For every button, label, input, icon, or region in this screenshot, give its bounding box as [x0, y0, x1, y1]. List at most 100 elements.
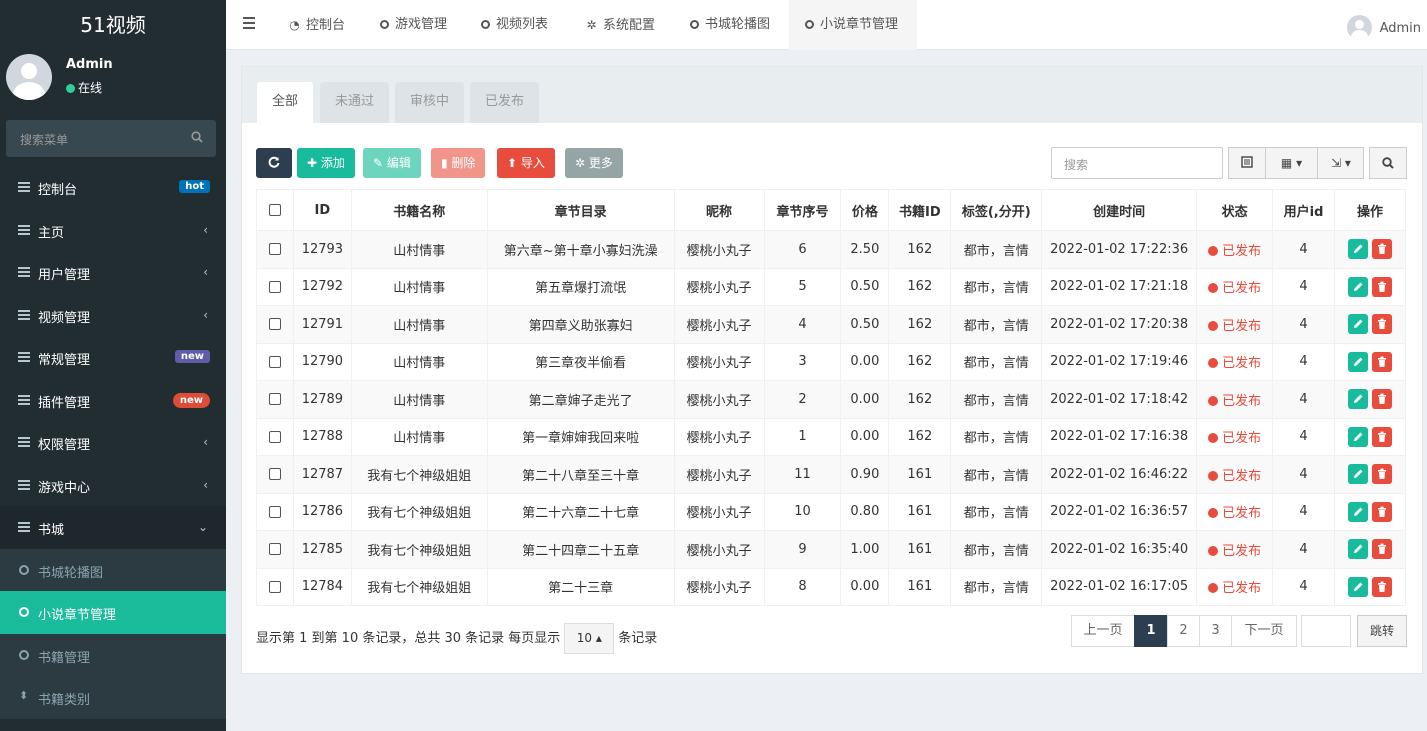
submenu-item-0[interactable]: 书城轮播图	[0, 549, 226, 592]
table-row[interactable]: 12791 山村情事 第四章义助张寡妇 樱桃小丸子 4 0.50 162 都市，言情 2022-…	[256, 305, 1407, 344]
submenu-item-1[interactable]: 小说章节管理	[0, 591, 226, 634]
row-delete-button[interactable]	[1371, 239, 1392, 260]
row-edit-button[interactable]	[1347, 539, 1368, 560]
add-button[interactable]: ✚ 添加	[297, 148, 355, 178]
row-edit-button[interactable]	[1347, 239, 1368, 260]
submenu-item-3[interactable]: ⬍ 书籍类别	[0, 676, 226, 719]
more-button[interactable]: ✲ 更多	[565, 148, 623, 178]
table-row[interactable]: 12787 我有七个神级姐姐 第二十八章至三十章 樱桃小丸子 11 0.90 161 都市，言…	[256, 455, 1407, 494]
row-delete-button[interactable]	[1371, 314, 1392, 335]
table-row[interactable]: 12785 我有七个神级姐姐 第二十四章二十五章 樱桃小丸子 9 1.00 161 都市，言情…	[256, 530, 1407, 569]
row-delete-button[interactable]	[1371, 426, 1392, 447]
import-button[interactable]: ⬆ 导入	[497, 148, 555, 178]
row-checkbox[interactable]	[268, 505, 281, 518]
row-edit-button[interactable]	[1347, 501, 1368, 522]
columns-button[interactable]: ▦ ▾	[1266, 148, 1318, 178]
tab-3[interactable]: ✲ 系统配置	[585, 0, 655, 50]
cell-status[interactable]: 已发布	[1196, 492, 1274, 531]
row-checkbox[interactable]	[268, 468, 281, 481]
row-checkbox[interactable]	[268, 543, 281, 556]
col-header[interactable]: 书籍名称	[350, 189, 488, 231]
top-user-menu[interactable]: Admin	[1346, 15, 1421, 40]
submenu-item-2[interactable]: 书籍管理	[0, 634, 226, 677]
tab-2[interactable]: 视频列表	[481, 0, 548, 50]
prev-page-button[interactable]: 上一页	[1071, 615, 1135, 647]
col-header[interactable]: ID	[292, 189, 352, 231]
cell-status[interactable]: 已发布	[1196, 230, 1274, 269]
cell-status[interactable]: 已发布	[1196, 455, 1274, 494]
page-2-button[interactable]: 2	[1167, 615, 1200, 647]
page-1-button[interactable]: 1	[1134, 615, 1168, 647]
menu-toggle-icon[interactable]	[243, 17, 255, 29]
col-header[interactable]: 章节序号	[763, 189, 842, 231]
row-delete-button[interactable]	[1371, 576, 1392, 597]
row-delete-button[interactable]	[1371, 464, 1392, 485]
row-checkbox[interactable]	[268, 243, 281, 256]
table-row[interactable]: 12792 山村情事 第五章爆打流氓 樱桃小丸子 5 0.50 162 都市，言情 2022-0…	[256, 267, 1407, 306]
search-icon[interactable]	[191, 131, 203, 143]
col-header[interactable]: 创建时间	[1041, 189, 1198, 231]
select-all-checkbox[interactable]	[268, 204, 281, 216]
sidebar-item-3[interactable]: 视频管理 ‹	[0, 294, 226, 337]
cell-status[interactable]: 已发布	[1196, 342, 1274, 381]
row-delete-button[interactable]	[1371, 501, 1392, 522]
next-page-button[interactable]: 下一页	[1231, 615, 1297, 647]
row-checkbox[interactable]	[268, 430, 281, 443]
sidebar-search-input[interactable]: 搜索菜单	[6, 120, 216, 157]
table-row[interactable]: 12793 山村情事 第六章~第十章小寡妇洗澡 樱桃小丸子 6 2.50 162 都市，言情 2…	[256, 230, 1407, 269]
col-header[interactable]: 用户id	[1272, 189, 1335, 231]
row-delete-button[interactable]	[1371, 351, 1392, 372]
tab-0[interactable]: ◔ 控制台	[288, 0, 345, 50]
row-edit-button[interactable]	[1347, 276, 1368, 297]
sidebar-item-4[interactable]: 常规管理 new	[0, 336, 226, 379]
tab-all[interactable]: 全部	[257, 82, 314, 123]
col-header[interactable]: 章节目录	[486, 189, 675, 231]
delete-button[interactable]: ▮ 删除	[431, 148, 486, 178]
tab-rejected[interactable]: 未通过	[320, 82, 390, 123]
page-size-select[interactable]: 10 ▴	[564, 623, 615, 654]
toggle-view-button[interactable]	[1229, 148, 1266, 178]
tab-4[interactable]: 书城轮播图	[690, 0, 770, 50]
refresh-button[interactable]	[256, 148, 292, 178]
tab-reviewing[interactable]: 审核中	[395, 82, 465, 123]
sidebar-item-1[interactable]: 主页 ‹	[0, 209, 226, 252]
row-checkbox[interactable]	[268, 355, 281, 368]
table-row[interactable]: 12790 山村情事 第三章夜半偷看 樱桃小丸子 3 0.00 162 都市，言情 2022-0…	[256, 342, 1407, 381]
row-edit-button[interactable]	[1347, 314, 1368, 335]
table-row[interactable]: 12788 山村情事 第一章婶婶我回来啦 樱桃小丸子 1 0.00 162 都市，言情 2022…	[256, 417, 1407, 456]
brand-logo[interactable]: 51视频	[0, 0, 226, 50]
sidebar-item-7[interactable]: 游戏中心 ‹	[0, 464, 226, 507]
col-header[interactable]: 状态	[1196, 189, 1274, 231]
row-edit-button[interactable]	[1347, 576, 1368, 597]
col-header[interactable]: 昵称	[673, 189, 765, 231]
table-row[interactable]: 12784 我有七个神级姐姐 第二十三章 樱桃小丸子 8 0.00 161 都市，言情 2022…	[256, 567, 1407, 606]
cell-status[interactable]: 已发布	[1196, 530, 1274, 569]
edit-button[interactable]: ✎ 编辑	[363, 148, 421, 178]
row-edit-button[interactable]	[1347, 426, 1368, 447]
cell-status[interactable]: 已发布	[1196, 305, 1274, 344]
col-header[interactable]: 价格	[840, 189, 890, 231]
cell-status[interactable]: 已发布	[1196, 267, 1274, 306]
sidebar-item-0[interactable]: 控制台 hot	[0, 166, 226, 209]
table-row[interactable]: 12786 我有七个神级姐姐 第二十六章二十七章 樱桃小丸子 10 0.80 161 都市，言…	[256, 492, 1407, 531]
row-delete-button[interactable]	[1371, 539, 1392, 560]
row-checkbox[interactable]	[268, 393, 281, 406]
jump-button[interactable]: 跳转	[1357, 615, 1407, 647]
row-checkbox[interactable]	[268, 580, 281, 593]
cell-status[interactable]: 已发布	[1196, 567, 1274, 606]
col-header[interactable]: 标签(,分开)	[950, 189, 1043, 231]
export-button[interactable]: ⇲ ▾	[1318, 148, 1364, 178]
row-delete-button[interactable]	[1371, 389, 1392, 410]
jump-page-input[interactable]	[1301, 615, 1351, 647]
cell-status[interactable]: 已发布	[1196, 417, 1274, 456]
row-checkbox[interactable]	[268, 318, 281, 331]
row-edit-button[interactable]	[1347, 389, 1368, 410]
cell-status[interactable]: 已发布	[1196, 380, 1274, 419]
tab-published[interactable]: 已发布	[470, 82, 540, 123]
tab-1[interactable]: 游戏管理	[380, 0, 447, 50]
row-edit-button[interactable]	[1347, 464, 1368, 485]
sidebar-item-2[interactable]: 用户管理 ‹	[0, 251, 226, 294]
row-checkbox[interactable]	[268, 280, 281, 293]
sidebar-item-8[interactable]: 书城 ⌄	[0, 506, 226, 549]
advanced-search-button[interactable]	[1369, 147, 1407, 179]
